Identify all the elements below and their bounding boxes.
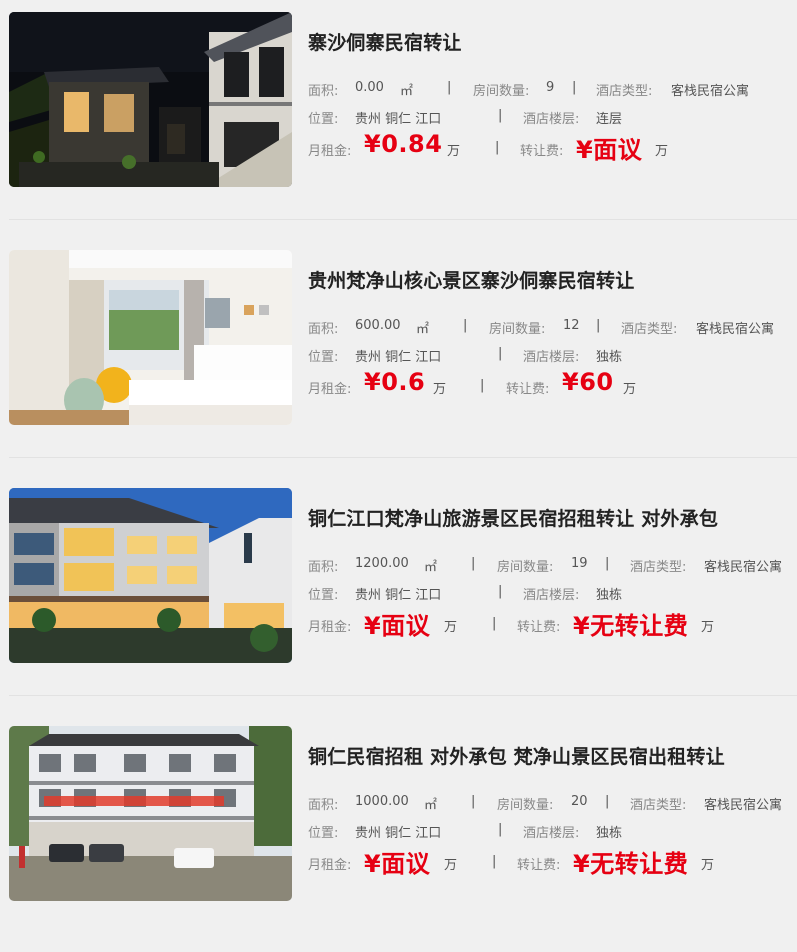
separator: | — [572, 80, 577, 95]
area-label: 面积: — [308, 798, 339, 813]
separator: | — [605, 556, 610, 571]
rent-label: 月租金: — [308, 620, 352, 635]
rooms-label: 房间数量: — [489, 322, 546, 337]
location-value: 贵州 铜仁 江口 — [355, 112, 442, 127]
transfer-fee-value: ¥面议 — [576, 136, 643, 164]
transfer-fee-unit: 万 — [701, 858, 715, 873]
listing-card[interactable]: 铜仁江口梵净山旅游景区民宿招租转让 对外承包 面积: 1200.00 ㎡ | 房… — [0, 476, 797, 714]
rooms-label: 房间数量: — [473, 84, 530, 99]
listing-card[interactable]: 贵州梵净山核心景区寨沙侗寨民宿转让 面积: 600.00 ㎡ | 房间数量: 1… — [0, 238, 797, 476]
rent-value: ¥面议 — [364, 612, 431, 640]
transfer-fee-label: 转让费: — [517, 620, 561, 635]
rent-unit: 万 — [447, 144, 461, 159]
divider — [9, 457, 797, 458]
separator: | — [596, 318, 601, 333]
area-label: 面积: — [308, 322, 339, 337]
rooms-label: 房间数量: — [497, 560, 554, 575]
area-unit: ㎡ — [416, 322, 430, 337]
divider — [9, 219, 797, 220]
hotel-type-value: 客栈民宿公寓 — [704, 798, 783, 813]
transfer-fee-label: 转让费: — [517, 858, 561, 873]
area-label: 面积: — [308, 560, 339, 575]
floor-value: 独栋 — [596, 826, 623, 841]
separator: | — [447, 80, 452, 95]
rent-unit: 万 — [444, 858, 458, 873]
transfer-fee-unit: 万 — [623, 382, 637, 397]
rooms-value: 9 — [546, 80, 555, 95]
area-unit: ㎡ — [400, 84, 414, 99]
area-value: 0.00 — [355, 80, 384, 95]
hotel-type-label: 酒店类型: — [621, 322, 678, 337]
area-value: 1000.00 — [355, 794, 409, 809]
listing-title[interactable]: 铜仁江口梵净山旅游景区民宿招租转让 对外承包 — [308, 504, 718, 531]
transfer-fee-value: ¥无转让费 — [573, 612, 689, 640]
listing-photo[interactable] — [9, 250, 292, 425]
rooms-label: 房间数量: — [497, 798, 554, 813]
location-value: 贵州 铜仁 江口 — [355, 826, 442, 841]
listing-card[interactable]: 铜仁民宿招租 对外承包 梵净山景区民宿出租转让 面积: 1000.00 ㎡ | … — [0, 714, 797, 952]
listing-title[interactable]: 贵州梵净山核心景区寨沙侗寨民宿转让 — [308, 266, 634, 293]
location-label: 位置: — [308, 350, 339, 365]
area-value: 600.00 — [355, 318, 401, 333]
rent-value: ¥面议 — [364, 850, 431, 878]
rent-label: 月租金: — [308, 382, 352, 397]
floor-value: 连层 — [596, 112, 623, 127]
separator: | — [498, 822, 503, 837]
rent-label: 月租金: — [308, 858, 352, 873]
separator: | — [492, 616, 497, 631]
hotel-type-label: 酒店类型: — [596, 84, 653, 99]
listing-title[interactable]: 铜仁民宿招租 对外承包 梵净山景区民宿出租转让 — [308, 742, 725, 769]
separator: | — [471, 794, 476, 809]
listing-photo[interactable] — [9, 12, 292, 187]
separator: | — [498, 584, 503, 599]
separator: | — [463, 318, 468, 333]
hotel-type-value: 客栈民宿公寓 — [704, 560, 783, 575]
area-unit: ㎡ — [424, 798, 438, 813]
rent-unit: 万 — [444, 620, 458, 635]
listing-title[interactable]: 寨沙侗寨民宿转让 — [308, 28, 462, 55]
location-value: 贵州 铜仁 江口 — [355, 588, 442, 603]
transfer-fee-unit: 万 — [701, 620, 715, 635]
floor-label: 酒店楼层: — [523, 588, 580, 603]
divider — [9, 695, 797, 696]
area-unit: ㎡ — [424, 560, 438, 575]
area-value: 1200.00 — [355, 556, 409, 571]
transfer-fee-value: ¥60 — [562, 368, 614, 396]
floor-label: 酒店楼层: — [523, 112, 580, 127]
separator: | — [471, 556, 476, 571]
listing-photo[interactable] — [9, 726, 292, 901]
separator: | — [480, 378, 485, 393]
location-label: 位置: — [308, 588, 339, 603]
floor-value: 独栋 — [596, 350, 623, 365]
separator: | — [498, 108, 503, 123]
rooms-value: 19 — [571, 556, 588, 571]
location-label: 位置: — [308, 826, 339, 841]
separator: | — [492, 854, 497, 869]
transfer-fee-value: ¥无转让费 — [573, 850, 689, 878]
area-label: 面积: — [308, 84, 339, 99]
rooms-value: 12 — [563, 318, 580, 333]
separator: | — [498, 346, 503, 361]
listing-photo[interactable] — [9, 488, 292, 663]
floor-label: 酒店楼层: — [523, 350, 580, 365]
floor-label: 酒店楼层: — [523, 826, 580, 841]
hotel-type-label: 酒店类型: — [630, 798, 687, 813]
separator: | — [495, 140, 500, 155]
transfer-fee-label: 转让费: — [506, 382, 550, 397]
hotel-type-value: 客栈民宿公寓 — [671, 84, 750, 99]
transfer-fee-label: 转让费: — [520, 144, 564, 159]
rent-value: ¥0.6 — [364, 368, 426, 396]
hotel-type-label: 酒店类型: — [630, 560, 687, 575]
listing-card[interactable]: 寨沙侗寨民宿转让 面积: 0.00 ㎡ | 房间数量: 9 | 酒店类型: 客栈… — [0, 0, 797, 238]
hotel-type-value: 客栈民宿公寓 — [696, 322, 775, 337]
location-label: 位置: — [308, 112, 339, 127]
transfer-fee-unit: 万 — [655, 144, 669, 159]
rent-unit: 万 — [433, 382, 447, 397]
separator: | — [605, 794, 610, 809]
rent-label: 月租金: — [308, 144, 352, 159]
floor-value: 独栋 — [596, 588, 623, 603]
location-value: 贵州 铜仁 江口 — [355, 350, 442, 365]
rooms-value: 20 — [571, 794, 588, 809]
rent-value: ¥0.84 — [364, 130, 443, 158]
